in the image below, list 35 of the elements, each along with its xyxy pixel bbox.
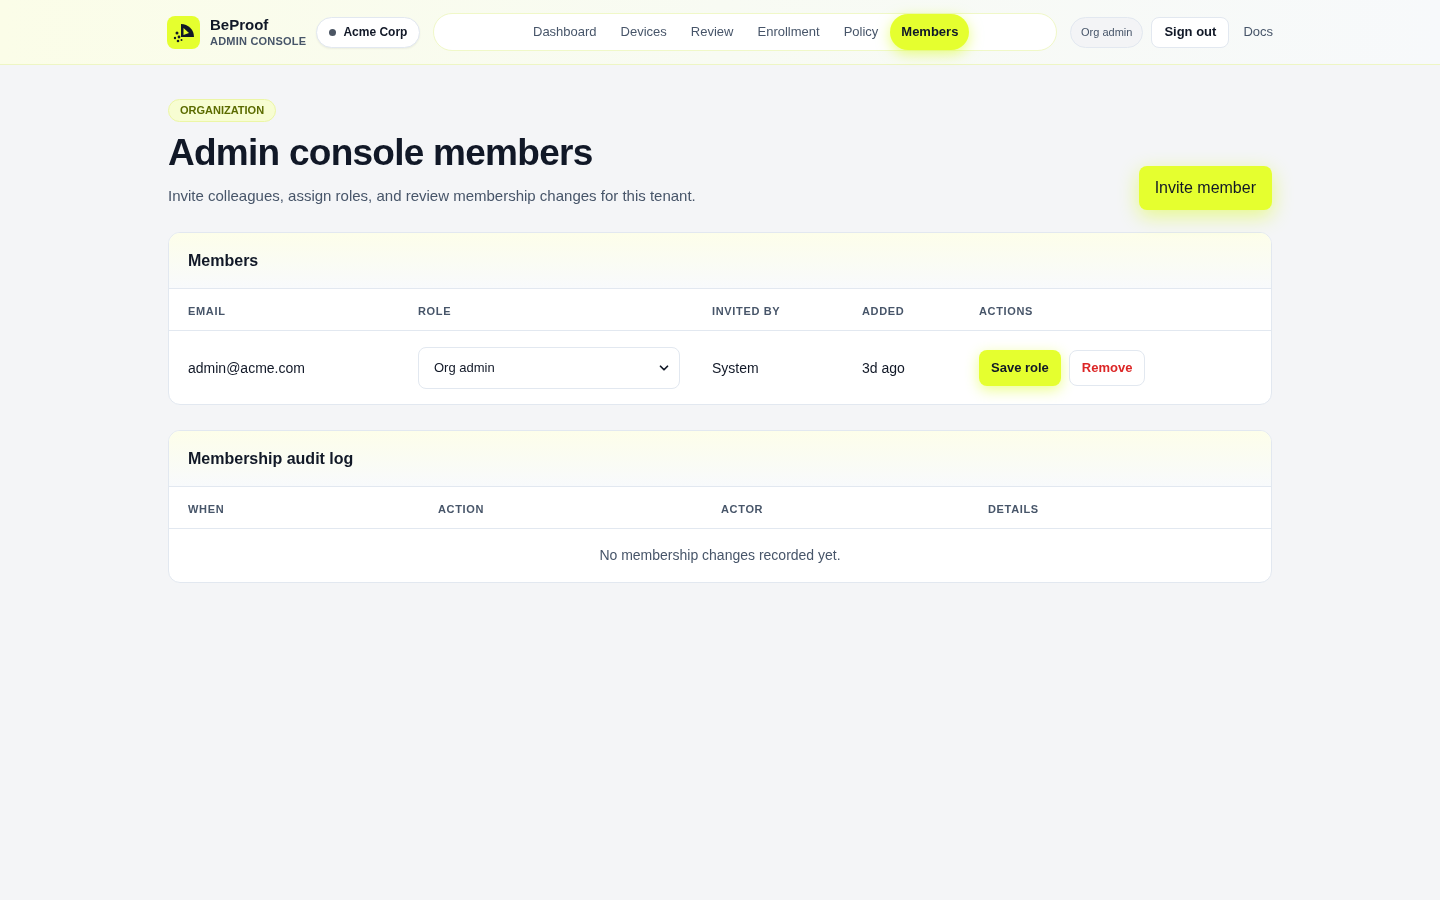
empty-state-message: No membership changes recorded yet. xyxy=(599,546,841,566)
brand-name: BeProof xyxy=(210,17,270,32)
section-badge: ORGANIZATION xyxy=(168,99,277,122)
page-title: Admin console members xyxy=(168,132,593,175)
role-select[interactable]: Org admin xyxy=(418,346,680,389)
nav-tab[interactable]: Review xyxy=(678,14,746,50)
card-title: Members xyxy=(188,250,259,271)
column-header: ACTION xyxy=(438,502,485,515)
logo-icon xyxy=(167,15,200,49)
card-title: Membership audit log xyxy=(188,448,354,469)
added-cell: 3d ago xyxy=(862,359,905,376)
column-header: ROLE xyxy=(418,304,452,317)
tenant-switcher[interactable]: Acme Corp xyxy=(316,16,421,48)
nav-tab[interactable]: Dashboard xyxy=(521,14,609,50)
brand-subtitle: ADMIN CONSOLE xyxy=(210,36,307,47)
nav-tab[interactable]: Devices xyxy=(608,14,679,50)
invited-by-cell: System xyxy=(712,359,759,376)
page-description: Invite colleagues, assign roles, and review membership changes for this tenant. xyxy=(168,185,696,206)
column-header: ACTOR xyxy=(721,502,764,515)
remove-button[interactable]: Remove xyxy=(1068,349,1146,386)
column-header: EMAIL xyxy=(188,304,226,317)
column-header: ACTIONS xyxy=(979,304,1034,317)
nav-tab[interactable]: Policy xyxy=(831,14,891,50)
column-header: WHEN xyxy=(188,502,225,515)
nav-tab[interactable]: Members xyxy=(890,14,970,50)
column-header: ADDED xyxy=(862,304,905,317)
save-role-button[interactable]: Save role xyxy=(979,349,1061,386)
docs-link[interactable]: Docs xyxy=(1243,22,1273,42)
email-cell: admin@acme.com xyxy=(188,359,305,376)
nav-tab[interactable]: Enrollment xyxy=(745,14,832,50)
column-header: DETAILS xyxy=(988,502,1039,515)
invite-member-button[interactable]: Invite member xyxy=(1138,166,1272,211)
role-badge: Org admin xyxy=(1070,16,1144,48)
sign-out-button[interactable]: Sign out xyxy=(1151,16,1230,48)
column-header: INVITED BY xyxy=(712,304,781,317)
